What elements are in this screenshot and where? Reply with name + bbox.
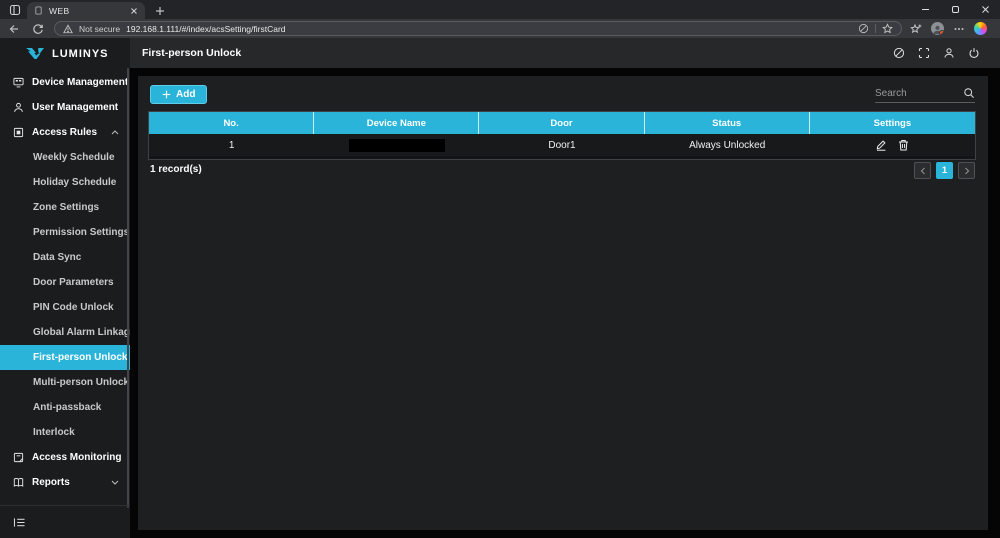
sidebar-item-data-sync[interactable]: Data Sync bbox=[0, 245, 130, 270]
add-button-label: Add bbox=[176, 89, 195, 100]
delete-icon[interactable] bbox=[898, 139, 909, 151]
sidebar-item-permission-settings[interactable]: Permission Settings bbox=[0, 220, 130, 245]
reports-icon bbox=[13, 477, 24, 488]
access-rules-icon bbox=[13, 127, 24, 138]
sidebar-scrollbar[interactable] bbox=[127, 68, 129, 508]
collapse-sidebar-icon[interactable] bbox=[13, 517, 26, 528]
back-icon[interactable] bbox=[4, 21, 24, 37]
page-title: First-person Unlock bbox=[142, 47, 241, 59]
copilot-icon[interactable] bbox=[974, 22, 987, 35]
chevron-up-icon bbox=[111, 130, 119, 135]
theme-icon[interactable] bbox=[893, 47, 905, 59]
user-management-icon bbox=[13, 102, 24, 113]
close-icon[interactable] bbox=[970, 0, 1000, 19]
sidebar-item-access-rules[interactable]: Access Rules bbox=[0, 120, 130, 145]
cell-no: 1 bbox=[149, 134, 314, 156]
sidebar-item-holiday-schedule[interactable]: Holiday Schedule bbox=[0, 170, 130, 195]
sidebar-item-interlock[interactable]: Interlock bbox=[0, 420, 130, 445]
minimize-icon[interactable] bbox=[910, 0, 940, 19]
power-icon[interactable] bbox=[968, 47, 980, 59]
tab-actions-icon[interactable] bbox=[6, 3, 24, 16]
col-header-device-name[interactable]: Device Name bbox=[314, 112, 479, 134]
warning-icon bbox=[63, 24, 73, 34]
profile-avatar[interactable] bbox=[931, 22, 944, 35]
sidebar-item-first-person-unlock[interactable]: First-person Unlock bbox=[0, 345, 130, 370]
maximize-icon[interactable] bbox=[940, 0, 970, 19]
search-icon[interactable] bbox=[963, 87, 975, 99]
col-header-no[interactable]: No. bbox=[149, 112, 314, 134]
omnibox-separator bbox=[875, 24, 876, 33]
access-monitoring-icon bbox=[13, 452, 24, 463]
next-page-icon bbox=[964, 167, 970, 175]
tab-title: WEB bbox=[49, 6, 124, 16]
edit-icon[interactable] bbox=[875, 139, 887, 151]
prev-page-icon bbox=[920, 167, 926, 175]
logo-text: LUMINYS bbox=[52, 48, 109, 60]
table-header-row: No. Device Name Door Status Settings bbox=[149, 112, 975, 134]
sidebar-item-weekly-schedule[interactable]: Weekly Schedule bbox=[0, 145, 130, 170]
security-label: Not secure bbox=[79, 24, 120, 34]
records-count: 1 record(s) bbox=[150, 164, 202, 175]
next-page-button[interactable] bbox=[958, 162, 975, 179]
device-management-icon bbox=[13, 77, 24, 88]
user-icon[interactable] bbox=[943, 47, 955, 59]
sidebar-item-zone-settings[interactable]: Zone Settings bbox=[0, 195, 130, 220]
sidebar-item-reports[interactable]: Reports bbox=[0, 470, 130, 495]
cell-device-name bbox=[314, 134, 479, 156]
browser-tab[interactable]: WEB bbox=[27, 2, 145, 19]
more-menu-icon[interactable] bbox=[953, 23, 965, 35]
sidebar-item-multi-person-unlock[interactable]: Multi-person Unlock bbox=[0, 370, 130, 395]
redacted-device-name bbox=[349, 139, 445, 152]
sidebar-item-anti-passback[interactable]: Anti-passback bbox=[0, 395, 130, 420]
prev-page-button[interactable] bbox=[914, 162, 931, 179]
address-bar[interactable]: Not secure 192.168.1.111/#/index/acsSett… bbox=[54, 21, 902, 36]
main-panel: Add No. Device Name Door Status Settings… bbox=[138, 76, 988, 530]
sidebar-item-pin-code-unlock[interactable]: PIN Code Unlock bbox=[0, 295, 130, 320]
sidebar-item-door-parameters[interactable]: Door Parameters bbox=[0, 270, 130, 295]
sidebar-item-device-management[interactable]: Device Management bbox=[0, 70, 130, 95]
current-page-button[interactable]: 1 bbox=[936, 162, 953, 179]
search-input[interactable] bbox=[875, 88, 963, 99]
logo: LUMINYS bbox=[0, 38, 130, 70]
browser-tabstrip: WEB bbox=[0, 0, 1000, 19]
new-tab-icon[interactable] bbox=[153, 4, 167, 18]
bookmark-star-icon[interactable] bbox=[882, 23, 893, 34]
sidebar-item-global-alarm-linkage[interactable]: Global Alarm Linkage bbox=[0, 320, 130, 345]
cell-status: Always Unlocked bbox=[645, 134, 810, 156]
col-header-settings[interactable]: Settings bbox=[810, 112, 975, 134]
app-header: First-person Unlock bbox=[130, 38, 1000, 68]
data-table: No. Device Name Door Status Settings 1 D… bbox=[148, 111, 976, 160]
sidebar: LUMINYS Device Management User Managemen… bbox=[0, 38, 130, 538]
add-button[interactable]: Add bbox=[150, 85, 207, 104]
omnibox-status-icon[interactable] bbox=[858, 23, 869, 34]
window-controls bbox=[910, 0, 1000, 19]
search-box bbox=[875, 84, 975, 103]
toolbar-right bbox=[910, 22, 987, 35]
tab-close-icon[interactable] bbox=[130, 7, 138, 15]
luminys-logo-icon bbox=[25, 47, 45, 61]
browser-toolbar: Not secure 192.168.1.111/#/index/acsSett… bbox=[0, 19, 1000, 38]
col-header-status[interactable]: Status bbox=[645, 112, 810, 134]
pagination: 1 bbox=[914, 162, 975, 179]
sidebar-item-access-monitoring[interactable]: Access Monitoring bbox=[0, 445, 130, 470]
sidebar-footer bbox=[0, 505, 130, 538]
refresh-icon[interactable] bbox=[28, 21, 48, 37]
cell-settings bbox=[810, 134, 975, 156]
table-row: 1 Door1 Always Unlocked bbox=[149, 134, 975, 156]
header-icons bbox=[893, 47, 980, 59]
sidebar-item-user-management[interactable]: User Management bbox=[0, 95, 130, 120]
col-header-door[interactable]: Door bbox=[479, 112, 644, 134]
fullscreen-icon[interactable] bbox=[918, 47, 930, 59]
page-favicon-icon bbox=[34, 6, 43, 15]
url-text: 192.168.1.111/#/index/acsSetting/firstCa… bbox=[126, 24, 852, 34]
cell-door: Door1 bbox=[479, 134, 644, 156]
chevron-down-icon bbox=[111, 480, 119, 485]
profile-badge bbox=[939, 30, 944, 35]
favorites-icon[interactable] bbox=[910, 23, 922, 35]
plus-icon bbox=[162, 90, 171, 99]
